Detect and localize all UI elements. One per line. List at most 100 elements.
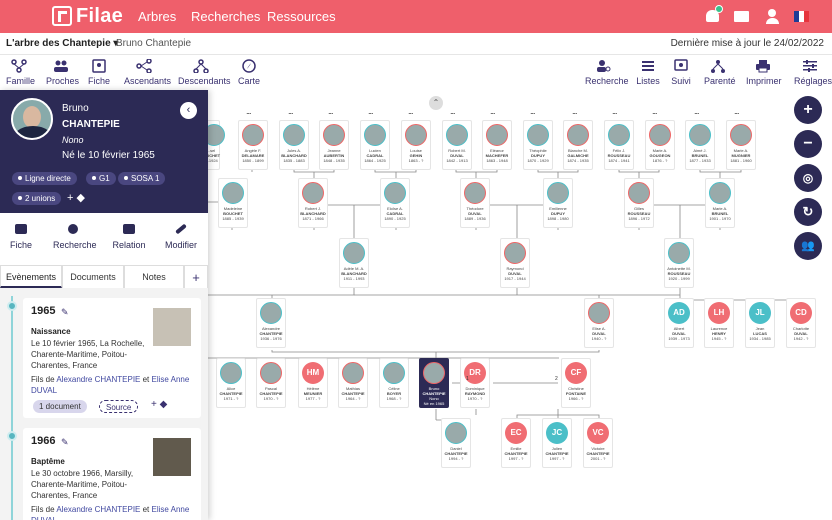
person-card[interactable]: Jules A. BLANCHARD 1835 - 1883 [279, 120, 309, 170]
tool-reglages[interactable]: Réglages [794, 59, 832, 86]
person-card[interactable]: Eloïse A. CADRAL 1890 - 1925 [380, 178, 410, 228]
person-card[interactable]: Elise A. DUVAL 1940 - ? [584, 298, 614, 348]
person-card[interactable]: Marie A. BRUNEL 1901 - 1970 [705, 178, 735, 228]
person-card[interactable]: Marie A. GOUGEON 1876 - ? [645, 120, 675, 170]
person-card[interactable]: Théophile DUPUY 1870 - 1929 [523, 120, 553, 170]
person-card[interactable]: Bruno CHANTEPIE Nono Né en 1965 [419, 358, 449, 408]
person-card[interactable]: Daniel CHANTEPIE 1994 - ? [441, 418, 471, 468]
nav-arbres[interactable]: Arbres [138, 9, 176, 24]
people-view-button[interactable]: 👥 [794, 232, 822, 260]
person-card[interactable]: Mathias CHANTEPIE 1964 - ? [338, 358, 368, 408]
tab-documents[interactable]: Documents [62, 265, 124, 288]
person-card[interactable]: Félix J. ROUSSEAU 1874 - 1941 [604, 120, 634, 170]
add-tag-button[interactable]: + ◆ [67, 191, 85, 204]
person-card[interactable]: LH Laurence HENRY 1945 - ? [704, 298, 734, 348]
add-tab-button[interactable]: + [184, 265, 208, 288]
more-ancestors[interactable]: ... [694, 106, 699, 116]
father-link[interactable]: Alexandre CHANTEPIE [56, 505, 140, 514]
tool-recherche[interactable]: Recherche [585, 59, 629, 86]
document-chip[interactable]: 1 document [33, 400, 87, 413]
person-card[interactable]: Adèle M. A. BLANCHARD 1911 - 1993 [339, 238, 369, 288]
add-tag-button[interactable]: + ◆ [151, 399, 167, 410]
action-fiche[interactable]: Fiche [10, 224, 32, 250]
edit-pencil-icon[interactable]: ✎ [61, 307, 70, 317]
more-ancestors[interactable]: ... [450, 106, 455, 116]
action-relation[interactable]: Relation [112, 224, 146, 250]
tool-carte[interactable]: Carte [238, 59, 260, 86]
person-card[interactable]: VC Victoire CHANTEPIE 2001 - ? [583, 418, 613, 468]
refresh-button[interactable]: ↻ [794, 198, 822, 226]
chip-sosa[interactable]: SOSA 1 [118, 172, 166, 185]
tool-famille[interactable]: Famille [6, 59, 35, 92]
person-card[interactable]: Marie A. MUGNIER 1881 - 1960 [726, 120, 756, 170]
person-card[interactable]: CD Charlotte DUVAL 1942 - ? [786, 298, 816, 348]
person-card[interactable]: Céline BOYER 1968 - ? [379, 358, 409, 408]
father-link[interactable]: Alexandre CHANTEPIE [56, 375, 140, 384]
person-card[interactable]: Alice CHANTEPIE 1971 - ? [216, 358, 246, 408]
tool-suivi[interactable]: Suivi [671, 59, 691, 86]
person-card[interactable]: Aimé J. BRUNEL 1877 - 1933 [685, 120, 715, 170]
person-card[interactable]: Alexandre CHANTEPIE 1936 - 1976 [256, 298, 286, 348]
close-panel-button[interactable]: ‹ [180, 102, 197, 119]
bell-icon[interactable] [704, 5, 723, 24]
user-icon[interactable] [764, 8, 780, 24]
person-card[interactable]: CF Christine FONTAINE 1966 - ? [561, 358, 591, 408]
person-card[interactable]: Gilles ROUSSEAU 1896 - 1972 [624, 178, 654, 228]
filae-logo[interactable]: Filae [52, 5, 123, 27]
action-modifier[interactable]: Modifier [164, 223, 198, 250]
chip-ligne-directe[interactable]: Ligne directe [12, 172, 77, 185]
more-ancestors[interactable]: ... [288, 106, 293, 116]
tool-descendants[interactable]: Descendants [178, 59, 231, 86]
person-avatar[interactable] [11, 98, 53, 140]
more-ancestors[interactable]: ... [246, 106, 251, 116]
person-card[interactable]: Robert M. DUVAL 1842 - 1913 [442, 120, 472, 170]
person-card[interactable]: Louise GEHIN 1863 - ? [401, 120, 431, 170]
person-card[interactable]: Angèle F. DELAMARE 1850 - 1899 [238, 120, 268, 170]
event-card-bapteme[interactable]: 1966 ✎ Baptême Le 30 octobre 1966, Marsi… [23, 428, 201, 520]
mail-icon[interactable] [734, 8, 750, 24]
person-card[interactable]: DR Dominique RAYMOND 1970 - ? [460, 358, 490, 408]
tree-selector[interactable]: L'arbre des Chantepie ▾ [6, 38, 118, 49]
person-card[interactable]: Pascal CHANTEPIE 1970 - ? [256, 358, 286, 408]
collapse-up-button[interactable]: ⌃ [429, 96, 443, 110]
french-flag-icon[interactable] [794, 8, 810, 24]
person-card[interactable]: Blanche M. GALMICHE 1874 - 1935 [563, 120, 593, 170]
person-card[interactable]: Théodore DUVAL 1889 - 1936 [460, 178, 490, 228]
more-ancestors[interactable]: ... [490, 106, 495, 116]
chip-generation[interactable]: G1 [86, 172, 116, 185]
more-ancestors[interactable]: ... [652, 106, 657, 116]
person-card[interactable]: Antoinette M. ROUSSEAU 1920 - 1999 [664, 238, 694, 288]
tab-evenements[interactable]: Evènements [0, 265, 62, 288]
more-ancestors[interactable]: ... [368, 106, 373, 116]
tool-ascendants[interactable]: Ascendants [124, 59, 171, 86]
more-ancestors[interactable]: ... [572, 106, 577, 116]
person-card[interactable]: Robert J. BLANCHARD 1871 - 1966 [298, 178, 328, 228]
family-tree-canvas[interactable]: ⌃ ... ... ... ... ... ... ... ... ... ..… [202, 90, 832, 520]
person-card[interactable]: JC Julien CHANTEPIE 1997 - ? [542, 418, 572, 468]
edit-pencil-icon[interactable]: ✎ [61, 437, 70, 447]
person-card[interactable]: Lucien CADRAL 1864 - 1925 [360, 120, 390, 170]
more-ancestors[interactable]: ... [328, 106, 333, 116]
nav-ressources[interactable]: Ressources [267, 9, 336, 24]
tool-proches[interactable]: Proches [46, 59, 79, 86]
tool-imprimer[interactable]: Imprimer [746, 59, 782, 86]
person-card[interactable]: Emilienne DUPUY 1898 - 1980 [543, 178, 573, 228]
person-card[interactable]: JL Jean LUCAS 1934 - 1985 [745, 298, 775, 348]
person-card[interactable]: HM Hélène MEUNIER 1977 - ? [298, 358, 328, 408]
tool-parente[interactable]: Parenté [704, 59, 736, 86]
nav-recherches[interactable]: Recherches [191, 9, 260, 24]
more-ancestors[interactable]: ... [612, 106, 617, 116]
zoom-in-button[interactable]: + [794, 96, 822, 124]
more-ancestors[interactable]: ... [734, 106, 739, 116]
center-target-button[interactable]: ◎ [794, 164, 822, 192]
tool-fiche[interactable]: Fiche [88, 59, 110, 86]
tool-listes[interactable]: Listes [636, 59, 660, 86]
action-recherche[interactable]: Recherche [53, 224, 97, 250]
chip-unions[interactable]: 2 unions [12, 192, 62, 205]
person-card[interactable]: AD Albert DUVAL 1939 - 1973 [664, 298, 694, 348]
person-card[interactable]: EC Emilie CHANTEPIE 1997 - ? [501, 418, 531, 468]
tab-notes[interactable]: Notes [124, 265, 184, 288]
more-ancestors[interactable]: ... [530, 106, 535, 116]
event-photo[interactable] [153, 438, 191, 476]
zoom-out-button[interactable]: − [794, 130, 822, 158]
